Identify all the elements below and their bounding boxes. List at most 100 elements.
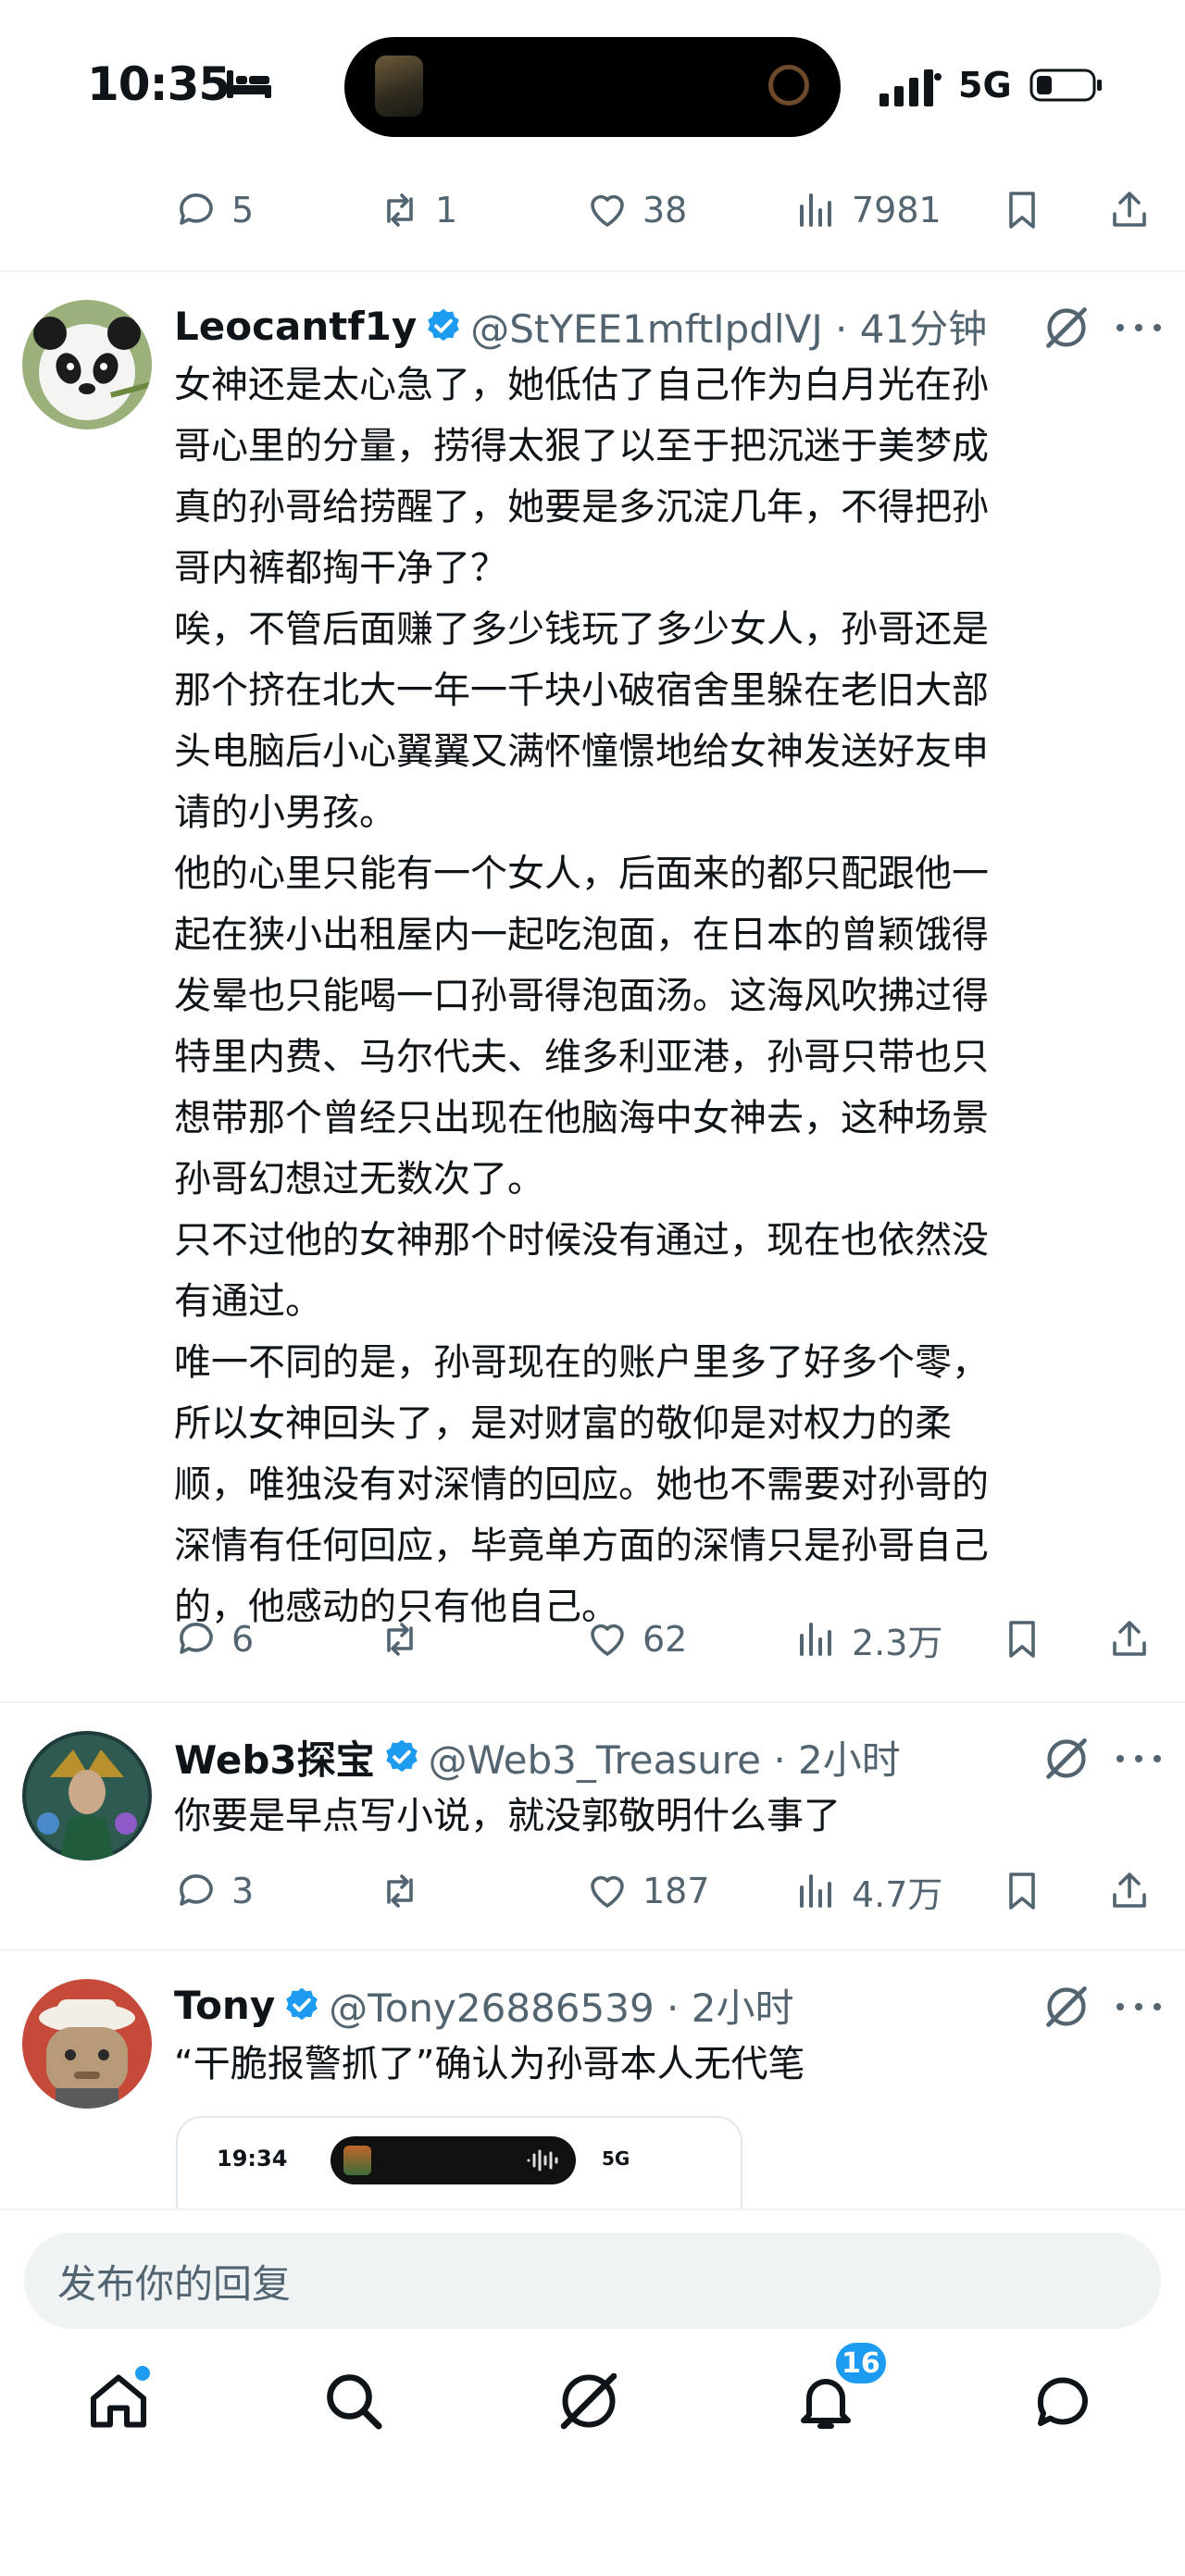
embedded-dynamic-island xyxy=(331,2136,576,2184)
notification-count-badge: 16 xyxy=(833,2340,889,2386)
tweet-text-line: 想带那个曾经只出现在他脑海中女神去，这种场景 xyxy=(174,1097,989,1139)
tweet-text-line: 孙哥幻想过无数次了。 xyxy=(174,1158,544,1201)
tweet-text-line: 你要是早点写小说，就没郭敬明什么事了 xyxy=(174,1795,841,1837)
more-options-icon[interactable] xyxy=(1111,1997,1166,2016)
like-count: 38 xyxy=(642,190,688,230)
embedded-image[interactable]: 19:34 5G xyxy=(176,2116,742,2220)
tweet-text-line: 顺，唯独没有对深情的回应。她也不需要对孙哥的 xyxy=(174,1463,989,1506)
reply-count: 5 xyxy=(231,190,255,230)
views-button[interactable]: 7981 xyxy=(794,178,942,243)
like-count: 62 xyxy=(642,1619,688,1660)
repost-button[interactable] xyxy=(378,1859,422,1923)
tweet-header: Leocantf1y @StYEE1mftIpdlVJ · 41分钟 xyxy=(174,298,987,354)
views-icon xyxy=(800,1623,831,1656)
repost-icon xyxy=(387,1623,413,1656)
reply-input[interactable]: 发布你的回复 xyxy=(24,2233,1161,2329)
tab-bar: 16 xyxy=(0,2340,1185,2479)
grok-icon xyxy=(560,2372,617,2430)
avatar[interactable] xyxy=(22,300,152,429)
grok-icon[interactable] xyxy=(1042,1983,1091,2031)
tweet-text-line: 所以女神回头了，是对财富的敬仰是对权力的柔 xyxy=(174,1402,952,1445)
embedded-status-time: 19:34 xyxy=(217,2146,288,2172)
character-avatar-image xyxy=(22,1731,152,1860)
messages-icon xyxy=(1037,2377,1088,2426)
tweet-text-line: 那个挤在北大一年一千块小破宿舍里躲在老旧大部 xyxy=(174,669,989,712)
status-bar: 10:35 5G xyxy=(0,0,1185,176)
share-button[interactable] xyxy=(1107,178,1152,243)
search-icon xyxy=(327,2374,382,2430)
view-count: 4.7万 xyxy=(852,1873,943,1915)
tab-grok[interactable] xyxy=(555,2368,630,2442)
grok-icon[interactable] xyxy=(1042,304,1091,352)
tweet-text-line: 只不过他的女神那个时候没有通过，现在也依然没 xyxy=(174,1219,989,1262)
display-name[interactable]: Leocantf1y xyxy=(174,304,417,349)
grok-icon[interactable] xyxy=(1042,1735,1091,1783)
tweet-text-line: 特里内费、马尔代夫、维多利亚港，孙哥只带也只 xyxy=(174,1036,989,1078)
display-name[interactable]: Web3探宝 xyxy=(174,1729,375,1786)
tweet-header: Tony @Tony26886539 · 2小时 xyxy=(174,1977,793,2033)
like-button[interactable]: 38 xyxy=(585,178,687,243)
tab-messages[interactable] xyxy=(1029,2368,1104,2442)
reply-button[interactable]: 5 xyxy=(174,178,254,243)
tweet[interactable]: Leocantf1y @StYEE1mftIpdlVJ · 41分钟 女神还是太… xyxy=(0,272,1185,1701)
avatar[interactable] xyxy=(22,1731,152,1860)
tweet-text-line: 有通过。 xyxy=(174,1280,322,1323)
bookmark-icon xyxy=(1009,1621,1035,1658)
tweet-text-line: 请的小男孩。 xyxy=(174,791,396,834)
like-count: 187 xyxy=(642,1871,710,1911)
tweet-actions: 3 187 4.7万 xyxy=(0,1859,1185,1923)
bottom-panel: 发布你的回复 16 xyxy=(0,2209,1185,2576)
reply-icon xyxy=(180,193,213,225)
like-button[interactable]: 62 xyxy=(585,1607,687,1672)
tweet-text-line: 唯一不同的是，孙哥现在的账户里多了好多个零， xyxy=(174,1341,989,1384)
tweet-text-line: “干脆报警抓了”确认为孙哥本人无代笔 xyxy=(174,2043,805,2085)
like-button[interactable]: 187 xyxy=(585,1859,710,1923)
share-icon xyxy=(1113,1873,1146,1908)
bed-icon xyxy=(227,70,271,98)
share-button[interactable] xyxy=(1107,1607,1152,1672)
tweet-text-line: 女神还是太心急了，她低估了自己作为白月光在孙 xyxy=(174,364,989,406)
battery-icon xyxy=(1029,68,1102,102)
bookmark-icon xyxy=(1009,192,1035,229)
reply-button[interactable]: 3 xyxy=(174,1859,254,1923)
tweet-text-line: 哥内裤都掏干净了？ xyxy=(174,547,507,590)
repost-button[interactable] xyxy=(378,1607,422,1672)
dynamic-island xyxy=(344,37,841,137)
bookmark-button[interactable] xyxy=(1000,1607,1044,1672)
tweet-header: Web3探宝 @Web3_Treasure · 2小时 xyxy=(174,1729,901,1785)
more-options-icon[interactable] xyxy=(1111,1749,1166,1768)
more-options-icon[interactable] xyxy=(1111,318,1166,337)
tab-home[interactable] xyxy=(85,2368,159,2442)
reply-button[interactable]: 6 xyxy=(174,1607,254,1672)
tweet-actions: 6 62 2.3万 xyxy=(0,1607,1185,1672)
tweet-text-line: 头电脑后小心翼翼又满怀憧憬地给女神发送好友申 xyxy=(174,730,989,773)
bookmark-button[interactable] xyxy=(1000,178,1044,243)
view-count: 2.3万 xyxy=(852,1622,943,1663)
reply-count: 6 xyxy=(231,1619,255,1660)
tab-search[interactable] xyxy=(320,2368,394,2442)
views-button[interactable]: 2.3万 xyxy=(794,1607,942,1672)
tweet-text: 你要是早点写小说，就没郭敬明什么事了 xyxy=(174,1786,1137,1847)
tweet-text-line: 深情有任何回应，毕竟单方面的深情只是孙哥自己 xyxy=(174,1524,989,1567)
handle-and-time: @Web3_Treasure · 2小时 xyxy=(428,1736,901,1783)
reply-count: 3 xyxy=(231,1871,255,1911)
view-count: 7981 xyxy=(852,190,942,230)
heart-icon xyxy=(591,1624,624,1656)
bookmark-button[interactable] xyxy=(1000,1859,1044,1923)
share-icon xyxy=(1113,192,1146,227)
previous-tweet-actions: 5 1 38 7981 xyxy=(0,178,1185,243)
embedded-artwork xyxy=(343,2146,371,2175)
handle-and-time: @StYEE1mftIpdlVJ · 41分钟 xyxy=(470,305,988,352)
tweet-text: “干脆报警抓了”确认为孙哥本人无代笔 xyxy=(174,2034,1137,2095)
display-name[interactable]: Tony xyxy=(174,1983,275,2028)
heart-icon xyxy=(591,194,624,227)
now-playing-ring-icon xyxy=(768,65,809,106)
views-button[interactable]: 4.7万 xyxy=(794,1859,942,1923)
tweet[interactable]: Web3探宝 @Web3_Treasure · 2小时 你要是早点写小说，就没郭… xyxy=(0,1703,1185,1949)
share-icon xyxy=(1113,1621,1146,1656)
repost-icon xyxy=(387,193,413,227)
views-icon xyxy=(800,1874,831,1908)
avatar[interactable] xyxy=(22,1979,152,2109)
repost-button[interactable]: 1 xyxy=(378,178,457,243)
share-button[interactable] xyxy=(1107,1859,1152,1923)
